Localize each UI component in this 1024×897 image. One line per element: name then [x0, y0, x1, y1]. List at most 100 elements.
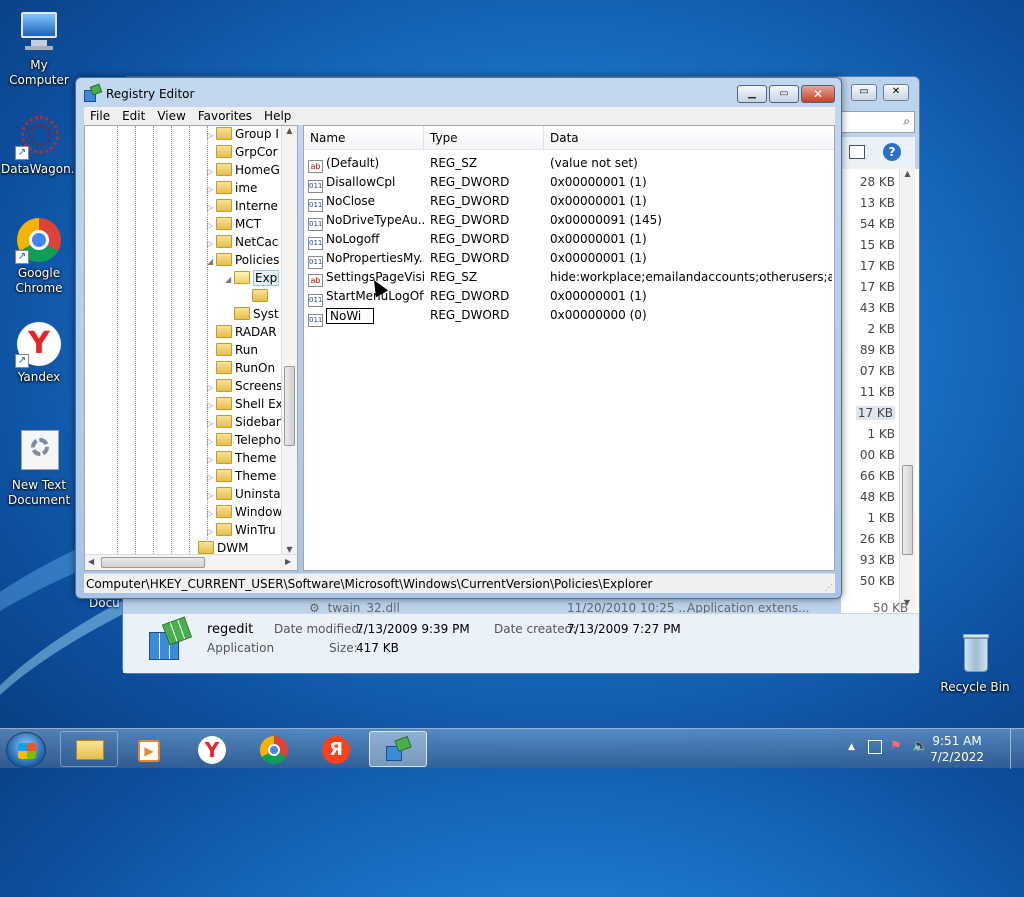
expand-arrow-icon[interactable]: ▷ — [207, 203, 216, 212]
expand-arrow-icon[interactable]: ▷ — [207, 185, 216, 194]
expand-arrow-icon[interactable]: ▷ — [207, 473, 216, 482]
tree-node[interactable]: ◢ Policies — [207, 253, 279, 271]
maximize-button[interactable]: ▭ — [769, 85, 799, 103]
expand-arrow-icon[interactable]: ▷ — [207, 383, 216, 392]
menu-file[interactable]: File — [84, 107, 116, 123]
tree-node[interactable]: ▷ Window — [207, 505, 282, 523]
scroll-right-arrow-icon[interactable]: ▶ — [285, 557, 291, 566]
expand-arrow-icon[interactable]: ▷ — [207, 455, 216, 464]
registry-value-row[interactable]: 011 NoLogoff REG_DWORD 0x00000001 (1) — [308, 230, 832, 250]
scroll-up-arrow-icon[interactable]: ▲ — [282, 126, 297, 135]
taskbar-media-player-button[interactable]: ▶ — [121, 731, 179, 767]
registry-value-row[interactable]: abSettingsPageVisi... REG_SZ hide:workplac… — [308, 268, 832, 287]
tree-node[interactable] — [243, 289, 271, 307]
menu-help[interactable]: Help — [258, 107, 297, 123]
tree-vertical-scrollbar[interactable]: ▲ ▼ — [281, 126, 297, 556]
registry-value-row[interactable]: 011 NoClose REG_DWORD 0x00000001 (1) — [308, 192, 832, 212]
tree-node[interactable]: ▷ Interne — [207, 199, 278, 217]
menu-view[interactable]: View — [151, 107, 191, 123]
menu-edit[interactable]: Edit — [116, 107, 151, 123]
volume-icon[interactable]: 🔈 — [912, 739, 928, 754]
tree-node[interactable]: ▷ MCT — [207, 217, 261, 235]
tree-node[interactable]: Run — [207, 343, 258, 361]
clock[interactable]: 9:51 AM 7/2/2022 — [930, 733, 984, 765]
taskbar-chrome-button[interactable] — [245, 731, 303, 767]
desktop-icon-new-text-document[interactable]: New Text Document — [1, 428, 77, 508]
folder-open-icon — [234, 271, 250, 284]
explorer-scrollbar[interactable]: ▲ ▼ — [899, 169, 915, 609]
expand-arrow-icon[interactable]: ▷ — [207, 419, 216, 428]
desktop-icon-yandex[interactable]: Y ↗ Yandex — [1, 320, 77, 385]
tree-node[interactable]: ▷ Telepho — [207, 433, 281, 451]
column-header-type[interactable]: Type — [424, 126, 544, 150]
registry-value-row[interactable]: ab (Default) REG_SZ (value not set) — [308, 154, 832, 173]
explorer-maximize-button[interactable]: ▭ — [851, 84, 877, 101]
expand-arrow-icon[interactable]: ◢ — [225, 275, 234, 284]
expand-arrow-icon[interactable]: ▷ — [207, 527, 216, 536]
tree-node[interactable]: ▷ Shell Ex — [207, 397, 283, 415]
taskbar-yandex-button[interactable]: Y — [183, 731, 241, 767]
expand-arrow-icon[interactable]: ▷ — [207, 437, 216, 446]
expand-arrow-icon[interactable]: ▷ — [207, 239, 216, 248]
tree-node[interactable]: ▷ Group I — [207, 127, 279, 145]
tree-node[interactable]: ▷ HomeG — [207, 163, 280, 181]
tree-node[interactable]: RADAR — [207, 325, 277, 343]
registry-value-row[interactable]: 011 NoWi REG_DWORD 0x00000000 (0) — [308, 306, 832, 327]
tree-node[interactable]: GrpCor — [207, 145, 278, 163]
expand-arrow-icon[interactable]: ▷ — [207, 167, 216, 176]
taskbar-regedit-button[interactable] — [369, 731, 427, 767]
tree-node[interactable]: ▷ Screens — [207, 379, 283, 397]
taskbar-explorer-button[interactable] — [60, 731, 118, 767]
start-button[interactable] — [6, 732, 46, 768]
close-button[interactable]: ✕ — [801, 85, 835, 103]
expand-arrow-icon[interactable]: ◢ — [207, 257, 216, 266]
regedit-large-icon — [149, 616, 193, 662]
expand-arrow-icon[interactable]: ▷ — [207, 509, 216, 518]
resize-grip-icon[interactable]: ⋰ — [825, 583, 833, 592]
expand-arrow-icon[interactable]: ▷ — [207, 131, 216, 140]
action-center-icon[interactable]: ⚑ — [890, 739, 902, 754]
tree-node[interactable]: Syst — [225, 307, 279, 325]
column-header-data[interactable]: Data — [544, 126, 834, 150]
tree-node[interactable]: ▷ Theme — [207, 451, 276, 469]
scrollbar-thumb[interactable] — [902, 465, 913, 555]
tree-node[interactable]: ◢ Exp — [225, 270, 280, 289]
scroll-up-arrow-icon[interactable]: ▲ — [900, 169, 915, 178]
tree-node[interactable]: ▷ Uninsta — [207, 487, 281, 505]
registry-value-row[interactable]: 011 NoPropertiesMy... REG_DWORD 0x00000001 … — [308, 249, 832, 269]
tree-node[interactable]: ▷ Sidebar — [207, 415, 281, 433]
folder-icon — [252, 289, 268, 302]
desktop-icon-recycle-bin[interactable]: Recycle Bin — [937, 630, 1013, 695]
desktop-icon-my-computer[interactable]: My Computer — [1, 8, 77, 88]
rename-input[interactable]: NoWi — [326, 308, 374, 324]
registry-value-row[interactable]: 011 DisallowCpl REG_DWORD 0x00000001 (1) — [308, 173, 832, 193]
explorer-search-box[interactable]: ⌕ — [841, 111, 915, 133]
expand-arrow-icon[interactable]: ▷ — [207, 221, 216, 230]
help-icon[interactable]: ? — [883, 143, 901, 161]
show-desktop-button[interactable] — [1010, 729, 1024, 769]
registry-value-row[interactable]: 011 NoDriveTypeAu... REG_DWORD 0x00000091 (… — [308, 211, 832, 231]
column-header-name[interactable]: Name — [304, 126, 424, 150]
explorer-close-button[interactable]: ✕ — [883, 84, 909, 101]
menu-favorites[interactable]: Favorites — [192, 107, 258, 123]
scroll-left-arrow-icon[interactable]: ◀ — [88, 557, 94, 566]
taskbar-yandex-browser-button[interactable]: Я — [307, 731, 365, 767]
expand-arrow-icon[interactable]: ▷ — [207, 491, 216, 500]
preview-pane-icon[interactable] — [849, 145, 865, 159]
tree-node[interactable]: RunOn — [207, 361, 275, 379]
network-icon[interactable] — [868, 740, 882, 754]
desktop-icon-google-chrome[interactable]: ↗ Google Chrome — [1, 216, 77, 296]
minimize-button[interactable]: ▁ — [737, 85, 767, 103]
scrollbar-thumb[interactable] — [101, 557, 205, 568]
expand-arrow-icon[interactable]: ▷ — [207, 401, 216, 410]
scrollbar-thumb[interactable] — [284, 366, 295, 446]
tree-node[interactable]: ▷ NetCac — [207, 235, 278, 253]
tree-node[interactable]: ▷ Theme — [207, 469, 276, 487]
desktop-icon-datawagon[interactable]: ↗ DataWagon... — [1, 112, 82, 177]
show-hidden-icons-icon[interactable]: ▲ — [848, 742, 855, 752]
tree-horizontal-scrollbar[interactable]: ◀ ▶ — [85, 554, 297, 570]
tree-node[interactable]: ▷ ime — [207, 181, 257, 199]
scroll-down-arrow-icon[interactable]: ▼ — [282, 545, 297, 554]
tree-node[interactable]: ▷ WinTru — [207, 523, 276, 541]
folder-icon — [76, 740, 104, 760]
